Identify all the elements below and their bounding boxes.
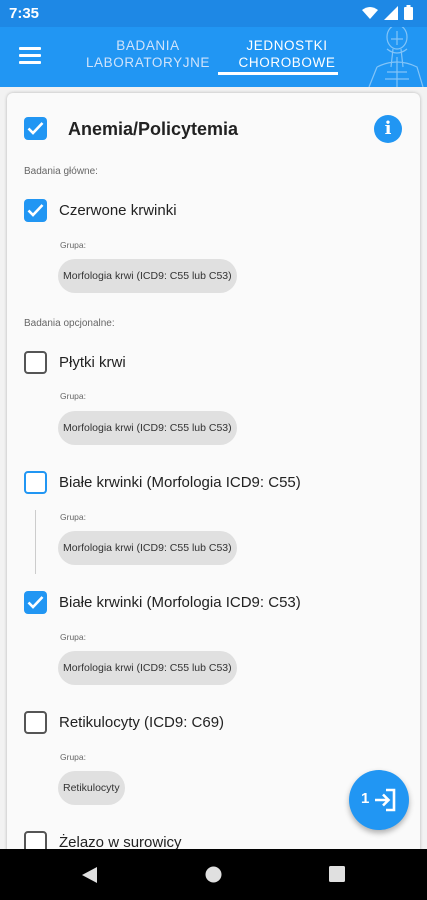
check-icon [27,596,44,609]
checkbox-retikulocyty[interactable] [24,711,47,734]
alternative-connector-line [35,510,36,574]
recents-icon[interactable] [329,866,345,882]
tab-label-line2: CHOROBOWE [238,55,336,70]
system-nav-bar [0,849,427,900]
hamburger-menu-icon[interactable] [19,47,41,65]
anatomy-figure-icon [368,27,424,87]
group-chip[interactable]: Morfologia krwi (ICD9: C55 lub C53) [58,259,237,293]
group-chip[interactable]: Morfologia krwi (ICD9: C55 lub C53) [58,651,237,685]
group-label: Grupa: [60,391,86,401]
item-label-retikulocyty: Retikulocyty (ICD9: C69) [59,714,225,731]
check-icon [27,204,44,217]
group-chip[interactable]: Retikulocyty [58,771,125,805]
card-title: Anemia/Policytemia [68,119,239,139]
wifi-icon [362,6,378,19]
checkbox-czerwone-krwinki[interactable] [24,199,47,222]
tab-label-line1: JEDNOSTKI [246,38,328,53]
disease-card: Anemia/Policytemia i Badania główne: Cze… [7,93,420,873]
item-label-plytki-krwi: Płytki krwi [59,354,126,371]
item-label-biale-krwinki-c53: Białe krwinki (Morfologia ICD9: C53) [59,594,301,611]
group-label: Grupa: [60,512,86,522]
tab-indicator [218,72,338,75]
info-icon[interactable]: i [374,115,402,143]
checkbox-biale-krwinki-c53[interactable] [24,591,47,614]
item-label-biale-krwinki-c55: Białe krwinki (Morfologia ICD9: C55) [59,474,301,491]
login-fab-button[interactable]: 1 [349,770,409,830]
app-bar: BADANIA LABORATORYJNE JEDNOSTKI CHOROBOW… [0,27,427,87]
fab-count: 1 [361,790,370,807]
status-time: 7:35 [9,5,40,22]
home-icon[interactable] [205,866,222,883]
title-checkbox[interactable] [24,117,47,140]
login-icon [375,788,396,812]
tab-badania-laboratoryjne[interactable]: BADANIA LABORATORYJNE [83,37,213,71]
check-icon [27,122,44,135]
group-chip[interactable]: Morfologia krwi (ICD9: C55 lub C53) [58,531,237,565]
group-label: Grupa: [60,632,86,642]
status-icons [362,5,413,20]
main-section-label: Badania główne: [24,166,98,177]
back-icon[interactable] [81,866,98,884]
tab-jednostki-chorobowe[interactable]: JEDNOSTKI CHOROBOWE [222,37,352,71]
group-chip[interactable]: Morfologia krwi (ICD9: C55 lub C53) [58,411,237,445]
status-bar: 7:35 [0,0,427,27]
tab-label-line1: BADANIA [116,38,180,53]
group-label: Grupa: [60,240,86,250]
battery-icon [404,5,413,20]
signal-icon [384,5,398,20]
optional-section-label: Badania opcjonalne: [24,318,115,329]
item-label-czerwone-krwinki: Czerwone krwinki [59,202,177,219]
tab-label-line2: LABORATORYJNE [85,55,211,70]
checkbox-biale-krwinki-c55[interactable] [24,471,47,494]
group-label: Grupa: [60,752,86,762]
checkbox-plytki-krwi[interactable] [24,351,47,374]
